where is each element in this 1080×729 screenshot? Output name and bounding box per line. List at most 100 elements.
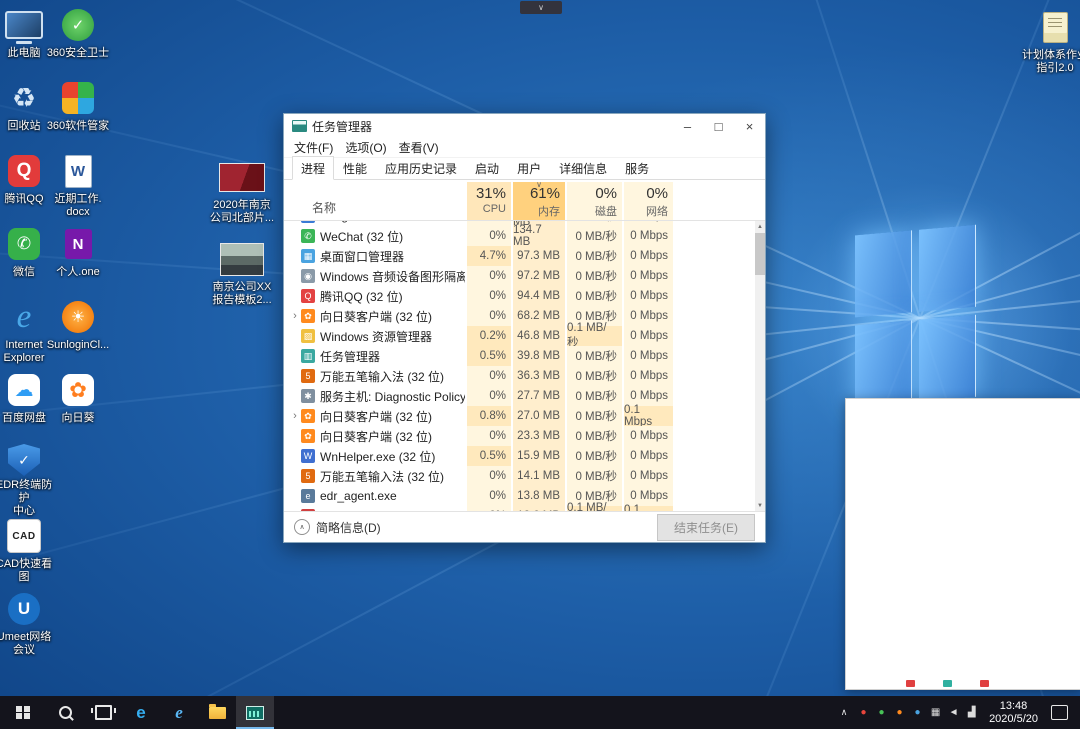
process-cpu-value: 0% <box>467 366 511 386</box>
desktop-icon-image: ☁ <box>8 374 40 406</box>
memory-total-percent: 61% <box>530 185 560 202</box>
process-row[interactable]: › ✱ 服务主机: Diagnostic Policy S... 0% 27.7… <box>284 386 754 406</box>
process-disk-value: 0 MB/秒 <box>567 386 622 406</box>
close-button[interactable]: × <box>734 114 765 138</box>
column-header-network[interactable]: 0% 网络 <box>624 182 673 220</box>
process-row[interactable]: › ✿ 向日葵客户端 (32 位) 0.8% 27.0 MB 0 MB/秒 0.… <box>284 406 754 426</box>
edge-icon[interactable]: e <box>122 696 160 729</box>
process-memory-value: 46.8 MB <box>513 326 565 346</box>
desktop-icon-label: 2020年南京 公司北部片... <box>210 199 274 225</box>
personal-one[interactable]: N 个人.one <box>45 223 111 296</box>
360-safe-guard[interactable]: ✓ 360安全卫士 <box>45 4 111 77</box>
process-row[interactable]: › ▦ 桌面窗口管理器 4.7% 97.3 MB 0 MB/秒 0 Mbps <box>284 246 754 266</box>
process-network-value: 0 Mbps <box>624 346 673 366</box>
hidden-icons-chevron[interactable]: ∧ <box>835 707 853 718</box>
360-software-manager[interactable]: 360软件管家 <box>45 77 111 150</box>
process-disk-value: 0 MB/秒 <box>567 346 622 366</box>
plan-guide-doc[interactable]: 计划体系作业 指引2.0 <box>1022 6 1080 79</box>
column-header-disk[interactable]: 0% 磁盘 <box>567 182 622 220</box>
nanjing-photo-file[interactable]: 2020年南京 公司北部片... <box>209 156 275 238</box>
process-icon: 5 <box>301 369 315 383</box>
process-row[interactable]: › 5 万能五笔输入法 (32 位) 0% 14.1 MB 0 MB/秒 0 M… <box>284 466 754 486</box>
task-manager-taskbar-icon[interactable] <box>236 696 274 729</box>
tab[interactable]: 启动 <box>466 156 508 180</box>
process-row[interactable]: › ▨ Windows 资源管理器 0.2% 46.8 MB 0.1 MB/秒 … <box>284 326 754 346</box>
details-toggle[interactable]: ∧ 简略信息(D) <box>294 519 381 536</box>
scroll-up-icon[interactable]: ▲ <box>755 221 765 232</box>
process-row[interactable]: › 5 万能五笔输入法 (32 位) 0% 36.3 MB 0 MB/秒 0 M… <box>284 366 754 386</box>
tab[interactable]: 服务 <box>616 156 658 180</box>
tab[interactable]: 详细信息 <box>550 156 616 180</box>
nanjing-report-template[interactable]: 南京公司XX 报告模板2... <box>209 238 275 320</box>
column-header-name[interactable]: 名称 <box>284 182 465 220</box>
sunflower[interactable]: ✿ 向日葵 <box>45 369 111 442</box>
cad-viewer[interactable]: CAD CAD快速看 图 <box>0 515 57 588</box>
process-row[interactable]: › e edr_agent.exe 0% 13.8 MB 0 MB/秒 0 Mb… <box>284 486 754 506</box>
desktop-icon-image <box>5 11 43 39</box>
scroll-down-icon[interactable]: ▼ <box>755 500 765 511</box>
taskbar-clock[interactable]: 13:48 2020/5/20 <box>982 700 1045 726</box>
desktop-icon-column-middle: 2020年南京 公司北部片... 南京公司XX 报告模板2... <box>209 156 275 320</box>
desktop-icon-label: 向日葵 <box>62 412 95 425</box>
maximize-button[interactable]: □ <box>703 114 734 138</box>
process-row[interactable]: › ✆ WeChat (32 位) 0% 134.7 MB 0 MB/秒 0 M… <box>284 226 754 246</box>
task-view-button[interactable] <box>84 696 122 729</box>
search-button[interactable] <box>46 696 84 729</box>
qq-tray-icon[interactable]: ● <box>855 704 872 721</box>
desktop-icon-image-box <box>62 79 94 117</box>
menu-item[interactable]: 查看(V) <box>393 139 445 156</box>
process-row[interactable]: › ◆ Sangfor Defender Antivirus S... 0% 1… <box>284 506 754 511</box>
tab[interactable]: 性能 <box>334 156 376 180</box>
edr-protection-center[interactable]: ✓ EDR终端防护 中心 <box>0 442 57 515</box>
expand-chevron-icon[interactable]: › <box>290 310 300 322</box>
process-row[interactable]: › ✿ 向日葵客户端 (32 位) 0% 23.3 MB 0 MB/秒 0 Mb… <box>284 426 754 446</box>
tab[interactable]: 进程 <box>292 156 334 180</box>
desktop-icon-column-second: ✓ 360安全卫士 360软件管家 W 近期工作. docx N 个人.one <box>45 4 111 442</box>
menu-item[interactable]: 选项(O) <box>339 139 392 156</box>
wechat-tray-icon[interactable]: ● <box>873 704 890 721</box>
start-button[interactable] <box>0 696 46 729</box>
column-header-memory[interactable]: ∨ 61% 内存 <box>513 182 565 220</box>
process-name: Windows 音频设备图形隔离 <box>320 268 465 285</box>
desktop-icon-image-box <box>1043 8 1068 46</box>
desktop-icon-image <box>220 243 264 276</box>
process-row[interactable]: › ◉ Windows 音频设备图形隔离 0% 97.2 MB 0 MB/秒 0… <box>284 266 754 286</box>
desktop-icon-image-box: N <box>65 225 92 263</box>
process-memory-value: 23.3 MB <box>513 426 565 446</box>
network-tray-icon[interactable]: ▟ <box>963 704 980 721</box>
recent-work-docx[interactable]: W 近期工作. docx <box>45 150 111 223</box>
blank-window[interactable] <box>845 398 1080 690</box>
sunlogin-client[interactable]: ☀ SunloginCl... <box>45 296 111 369</box>
umeet-meeting[interactable]: U Umeet网络 会议 <box>0 588 57 661</box>
volume-tray-icon[interactable]: ◄ <box>945 704 962 721</box>
scrollbar-thumb[interactable] <box>755 233 765 275</box>
scrollbar[interactable]: ▲ ▼ <box>755 221 765 511</box>
column-header-cpu[interactable]: 31% CPU <box>467 182 511 220</box>
ime-tray-icon[interactable]: ▦ <box>927 704 944 721</box>
process-cpu-value: 0% <box>467 506 511 511</box>
process-row[interactable]: › ✿ 向日葵客户端 (32 位) 0% 68.2 MB 0 MB/秒 0 Mb… <box>284 306 754 326</box>
tab[interactable]: 用户 <box>508 156 550 180</box>
process-row[interactable]: › W WnHelper.exe (32 位) 0.5% 15.9 MB 0 M… <box>284 446 754 466</box>
process-disk-value: 0 MB/秒 <box>567 446 622 466</box>
process-memory-value: 97.2 MB <box>513 266 565 286</box>
ie-icon[interactable]: e <box>160 696 198 729</box>
sunlogin-tray-icon[interactable]: ● <box>891 704 908 721</box>
tab[interactable]: 应用历史记录 <box>376 156 466 180</box>
end-task-button[interactable]: 结束任务(E) <box>657 514 755 541</box>
file-explorer-icon[interactable] <box>198 696 236 729</box>
process-row[interactable]: › ▥ 任务管理器 0.5% 39.8 MB 0 MB/秒 0 Mbps <box>284 346 754 366</box>
expand-chevron-icon[interactable]: › <box>290 410 300 422</box>
menu-item[interactable]: 文件(F) <box>288 139 339 156</box>
minimize-button[interactable]: – <box>672 114 703 138</box>
process-row[interactable]: › Q 腾讯QQ (32 位) 0% 94.4 MB 0 MB/秒 0 Mbps <box>284 286 754 306</box>
edr-tray-icon[interactable]: ● <box>909 704 926 721</box>
blank-window-bottom-icons <box>906 680 989 687</box>
top-autohide-arrow[interactable]: ∨ <box>520 1 562 14</box>
process-icon: ✆ <box>301 229 315 243</box>
desktop-icon-image: ✆ <box>8 228 40 260</box>
desktop-icon-label: 百度网盘 <box>2 412 46 425</box>
process-memory-value: 94.4 MB <box>513 286 565 306</box>
title-bar[interactable]: 任务管理器 – □ × <box>284 114 765 138</box>
action-center-icon[interactable] <box>1051 705 1068 720</box>
